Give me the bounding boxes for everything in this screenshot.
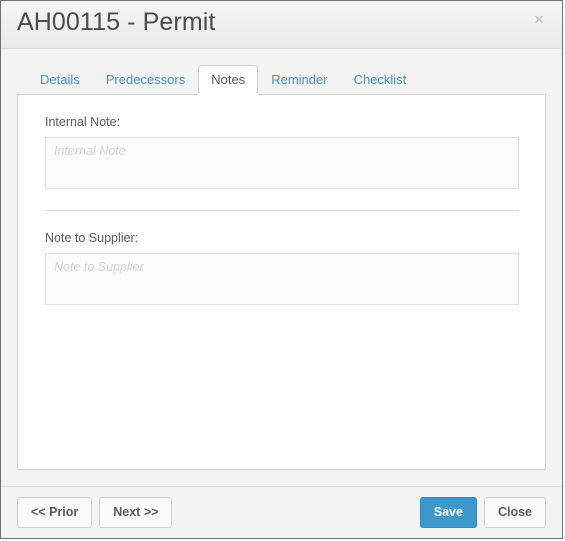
tab-details[interactable]: Details	[27, 65, 93, 95]
modal-header: AH00115 - Permit ×	[1, 1, 562, 49]
modal-footer: << Prior Next >> Save Close	[1, 486, 562, 538]
note-to-supplier-label: Note to Supplier:	[45, 231, 139, 245]
note-to-supplier-input[interactable]	[45, 253, 519, 305]
save-button[interactable]: Save	[419, 497, 477, 528]
tab-strip: Details Predecessors Notes Reminder Chec…	[17, 63, 546, 95]
tab-notes[interactable]: Notes	[198, 65, 259, 95]
permit-modal: AH00115 - Permit × Details Predecessors …	[0, 0, 563, 539]
prior-button[interactable]: << Prior	[17, 497, 93, 528]
tab-reminder[interactable]: Reminder	[258, 65, 340, 95]
internal-note-input[interactable]	[45, 137, 519, 189]
internal-note-label: Internal Note:	[45, 115, 121, 129]
modal-body: Details Predecessors Notes Reminder Chec…	[1, 49, 562, 486]
footer-right-actions: Save Close	[419, 497, 546, 528]
section-divider	[45, 210, 519, 211]
notes-tab-panel: Internal Note: Note to Supplier:	[17, 94, 546, 470]
footer-left-actions: << Prior Next >>	[17, 497, 173, 528]
page-title: AH00115 - Permit	[17, 8, 216, 36]
tab-checklist[interactable]: Checklist	[341, 65, 420, 95]
next-button[interactable]: Next >>	[99, 497, 173, 528]
close-button[interactable]: Close	[483, 497, 546, 528]
tab-predecessors[interactable]: Predecessors	[93, 65, 198, 95]
close-icon[interactable]: ×	[529, 10, 549, 30]
